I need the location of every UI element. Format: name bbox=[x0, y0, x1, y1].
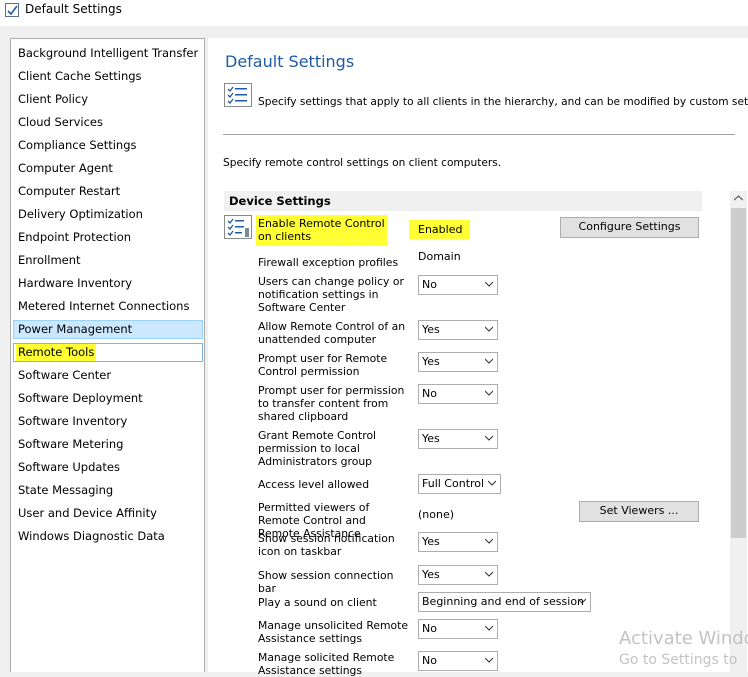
content-panel: Default Settings Specify settings that a… bbox=[208, 38, 748, 677]
grant-admins-label: Grant Remote Control permission to local… bbox=[258, 429, 377, 468]
chevron-down-icon bbox=[485, 435, 493, 441]
window-title: Default Settings bbox=[25, 2, 122, 16]
prompt-user-remote-control-label: Prompt user for Remote Control permissio… bbox=[258, 352, 388, 378]
connection-bar-dropdown[interactable]: Yes bbox=[418, 565, 498, 585]
chevron-down-icon bbox=[578, 598, 586, 604]
play-sound-dropdown[interactable]: Beginning and end of session bbox=[418, 592, 591, 612]
sidebar-item-user-and-device-affinity[interactable]: User and Device Affinity bbox=[13, 504, 203, 523]
scroll-up-icon[interactable] bbox=[734, 195, 743, 201]
unsolicited-ra-label: Manage unsolicited Remote Assistance set… bbox=[258, 619, 408, 645]
page-title: Default Settings bbox=[225, 52, 355, 71]
enable-remote-control-label: Enable Remote Control on clients bbox=[256, 215, 387, 246]
users-change-policy-label: Users can change policy or notification … bbox=[258, 275, 404, 314]
remote-control-settings-icon bbox=[224, 215, 252, 239]
sidebar-item-software-center[interactable]: Software Center bbox=[13, 366, 203, 385]
chevron-down-icon bbox=[485, 657, 493, 663]
title-bar: Default Settings bbox=[0, 0, 748, 26]
chevron-down-icon bbox=[485, 281, 493, 287]
sidebar-item-software-updates[interactable]: Software Updates bbox=[13, 458, 203, 477]
allow-unattended-label: Allow Remote Control of an unattended co… bbox=[258, 320, 406, 346]
chevron-down-icon bbox=[485, 326, 493, 332]
sidebar-item-compliance-settings[interactable]: Compliance Settings bbox=[13, 136, 203, 155]
firewall-exception-profiles-value: Domain bbox=[418, 250, 461, 263]
checklist-icon bbox=[224, 83, 252, 107]
sidebar-item-computer-agent[interactable]: Computer Agent bbox=[13, 159, 203, 178]
unsolicited-ra-dropdown[interactable]: No bbox=[418, 619, 498, 639]
configure-settings-button[interactable]: Configure Settings bbox=[560, 217, 699, 238]
divider bbox=[223, 134, 735, 135]
sidebar-item-remote-tools[interactable]: Remote Tools bbox=[13, 343, 203, 362]
section-description: Specify remote control settings on clien… bbox=[223, 157, 502, 169]
users-change-policy-dropdown[interactable]: No bbox=[418, 275, 498, 295]
play-sound-label: Play a sound on client bbox=[258, 596, 377, 609]
activation-watermark-subtitle: Go to Settings to bbox=[619, 652, 738, 668]
device-settings-header: Device Settings bbox=[224, 191, 702, 211]
sidebar-item-enrollment[interactable]: Enrollment bbox=[13, 251, 203, 270]
access-level-label: Access level allowed bbox=[258, 478, 370, 491]
page-description: Specify settings that apply to all clien… bbox=[258, 96, 748, 108]
prompt-user-remote-control-dropdown[interactable]: Yes bbox=[418, 352, 498, 372]
sidebar-item-state-messaging[interactable]: State Messaging bbox=[13, 481, 203, 500]
prompt-clipboard-label: Prompt user for permission to transfer c… bbox=[258, 384, 405, 423]
sidebar-item-cloud-services[interactable]: Cloud Services bbox=[13, 113, 203, 132]
sidebar-item-software-deployment[interactable]: Software Deployment bbox=[13, 389, 203, 408]
sidebar-item-hardware-inventory[interactable]: Hardware Inventory bbox=[13, 274, 203, 293]
scrollbar-thumb[interactable] bbox=[731, 208, 746, 538]
settings-checklist-icon bbox=[5, 3, 19, 17]
set-viewers-button[interactable]: Set Viewers ... bbox=[579, 501, 699, 522]
solicited-ra-label: Manage solicited Remote Assistance setti… bbox=[258, 651, 395, 677]
solicited-ra-dropdown[interactable]: No bbox=[418, 651, 498, 671]
chevron-down-icon bbox=[485, 571, 493, 577]
sidebar-item-delivery-optimization[interactable]: Delivery Optimization bbox=[13, 205, 203, 224]
activation-watermark-title: Activate Windo bbox=[619, 628, 748, 649]
sidebar-item-endpoint-protection[interactable]: Endpoint Protection bbox=[13, 228, 203, 247]
enable-remote-control-value: Enabled bbox=[409, 220, 471, 239]
sidebar-item-software-metering[interactable]: Software Metering bbox=[13, 435, 203, 454]
permitted-viewers-value: (none) bbox=[418, 508, 455, 521]
notification-icon-label: Show session notification icon on taskba… bbox=[258, 532, 395, 558]
sidebar: Background Intelligent Transfer Client C… bbox=[10, 38, 205, 672]
chevron-down-icon bbox=[488, 480, 496, 486]
notification-icon-dropdown[interactable]: Yes bbox=[418, 532, 498, 552]
sidebar-item-background-intelligent-transfer[interactable]: Background Intelligent Transfer bbox=[13, 44, 203, 63]
connection-bar-label: Show session connection bar bbox=[258, 569, 394, 595]
sidebar-item-windows-diagnostic-data[interactable]: Windows Diagnostic Data bbox=[13, 527, 203, 546]
vertical-scrollbar[interactable] bbox=[730, 191, 747, 672]
access-level-dropdown[interactable]: Full Control bbox=[418, 474, 501, 494]
sidebar-item-metered-internet-connections[interactable]: Metered Internet Connections bbox=[13, 297, 203, 316]
sidebar-item-client-cache-settings[interactable]: Client Cache Settings bbox=[13, 67, 203, 86]
chevron-down-icon bbox=[485, 358, 493, 364]
allow-unattended-dropdown[interactable]: Yes bbox=[418, 320, 498, 340]
sidebar-item-computer-restart[interactable]: Computer Restart bbox=[13, 182, 203, 201]
grant-admins-dropdown[interactable]: Yes bbox=[418, 429, 498, 449]
chevron-down-icon bbox=[485, 625, 493, 631]
highlight-remote-tools: Remote Tools bbox=[16, 344, 97, 361]
prompt-clipboard-dropdown[interactable]: No bbox=[418, 384, 498, 404]
sidebar-item-software-inventory[interactable]: Software Inventory bbox=[13, 412, 203, 431]
chevron-down-icon bbox=[485, 538, 493, 544]
firewall-exception-profiles-label: Firewall exception profiles bbox=[258, 256, 399, 269]
chevron-down-icon bbox=[485, 390, 493, 396]
sidebar-item-client-policy[interactable]: Client Policy bbox=[13, 90, 203, 109]
sidebar-item-power-management[interactable]: Power Management bbox=[13, 320, 203, 339]
